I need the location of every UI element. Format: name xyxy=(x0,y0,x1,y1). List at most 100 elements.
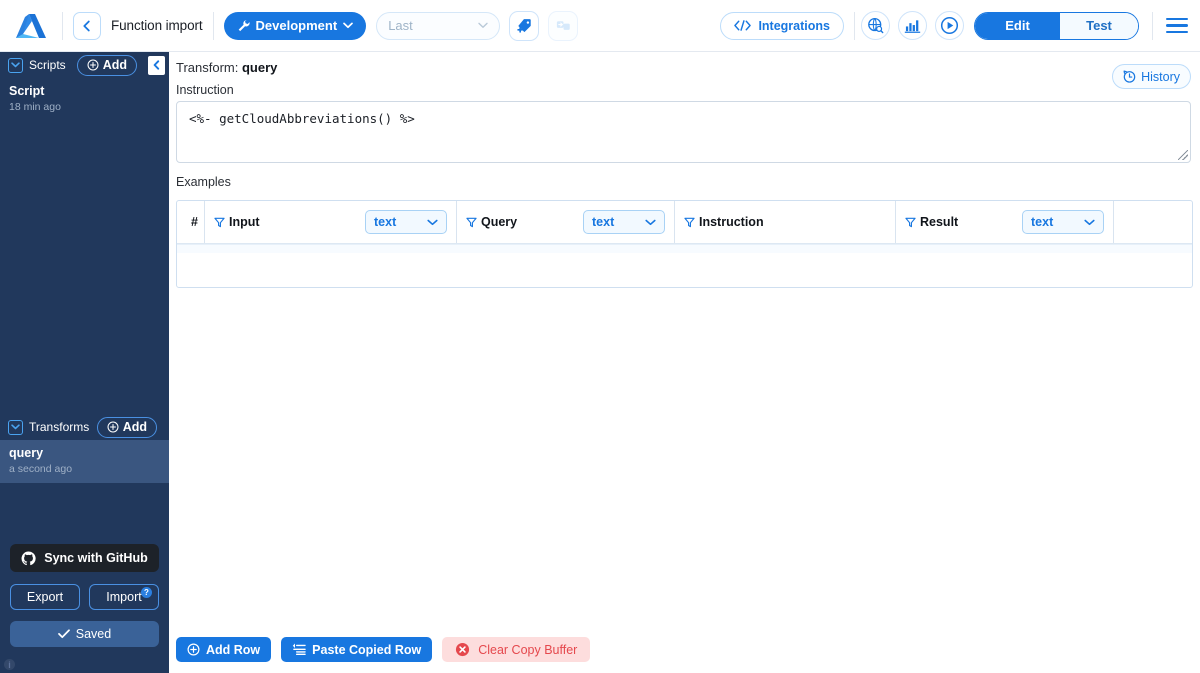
transforms-list: query a second ago xyxy=(0,440,169,514)
scripts-list: Script 18 min ago xyxy=(0,78,169,414)
add-script-button[interactable]: Add xyxy=(77,55,137,76)
paste-copied-row-button[interactable]: Paste Copied Row xyxy=(281,637,432,662)
resize-handle[interactable] xyxy=(1178,150,1188,160)
column-type-select-result[interactable]: text xyxy=(1022,210,1104,234)
column-label-text: Result xyxy=(920,215,958,229)
info-circle-icon[interactable]: i xyxy=(4,659,15,670)
clear-copy-buffer-label: Clear Copy Buffer xyxy=(478,643,577,657)
import-help-badge[interactable]: ? xyxy=(141,587,152,598)
chevron-down-icon xyxy=(427,219,438,226)
export-label: Export xyxy=(27,590,63,604)
bar-chart-button[interactable] xyxy=(898,11,927,40)
check-icon xyxy=(58,629,70,639)
column-label-input: Input xyxy=(214,215,260,229)
divider xyxy=(854,12,855,40)
export-button[interactable]: Export xyxy=(10,584,80,610)
column-type-select-input[interactable]: text xyxy=(365,210,447,234)
add-row-label: Add Row xyxy=(206,643,260,657)
column-label-text: Input xyxy=(229,215,260,229)
table-header-input[interactable]: Input text xyxy=(205,201,457,243)
environment-selector[interactable]: Development xyxy=(224,12,367,40)
tag-plus-button[interactable] xyxy=(509,11,539,41)
chevron-down-box-icon[interactable] xyxy=(8,58,23,73)
chevron-down-box-icon[interactable] xyxy=(8,420,23,435)
clear-copy-buffer-button[interactable]: Clear Copy Buffer xyxy=(442,637,590,662)
import-label: Import xyxy=(106,590,141,604)
divider xyxy=(62,12,63,40)
instruction-value: <%- getCloudAbbreviations() %> xyxy=(189,111,415,126)
export-import-row: Export Import ? xyxy=(10,584,159,610)
sync-with-github-button[interactable]: Sync with GitHub xyxy=(10,544,159,572)
table-header-result[interactable]: Result text xyxy=(896,201,1114,243)
filter-funnel-icon[interactable] xyxy=(905,217,916,228)
x-circle-icon xyxy=(455,642,470,657)
transforms-section-title: Transforms xyxy=(29,420,89,434)
table-header-number: # xyxy=(177,201,205,243)
column-label-query: Query xyxy=(466,215,517,229)
page-title: Transform: query xyxy=(169,52,1200,75)
github-label: Sync with GitHub xyxy=(44,551,147,565)
back-button[interactable] xyxy=(73,12,101,40)
tab-edit[interactable]: Edit xyxy=(975,13,1060,39)
saved-label: Saved xyxy=(76,627,111,641)
chevron-down-icon xyxy=(343,22,353,29)
history-button[interactable]: History xyxy=(1112,64,1191,89)
breadcrumb[interactable]: Function import xyxy=(111,18,203,33)
table-header-row: # Input text xyxy=(177,201,1192,243)
transform-prefix: Transform: xyxy=(176,60,238,75)
table-footer-actions: Add Row Paste Copied Row Clear Copy Buff… xyxy=(176,637,590,662)
column-label-result: Result xyxy=(905,215,958,229)
column-label-instruction: Instruction xyxy=(684,215,764,229)
saved-status-button[interactable]: Saved xyxy=(10,621,159,647)
chevron-down-icon xyxy=(645,219,656,226)
chevron-down-icon xyxy=(478,22,488,29)
examples-table: # Input text xyxy=(176,200,1193,288)
script-name: Script xyxy=(9,84,160,99)
column-label-text: Instruction xyxy=(699,215,764,229)
type-value: text xyxy=(1031,215,1053,229)
transform-name: query xyxy=(9,446,160,461)
table-row xyxy=(177,244,1192,253)
history-label: History xyxy=(1141,70,1180,84)
add-transform-button[interactable]: Add xyxy=(97,417,157,438)
mode-tabs: Edit Test xyxy=(974,12,1139,40)
sidebar: Scripts Add Script 18 min ago Transforms… xyxy=(0,52,169,673)
integrations-button[interactable]: Integrations xyxy=(720,12,844,40)
list-item[interactable]: Script 18 min ago xyxy=(0,78,169,121)
table-header-actions xyxy=(1114,201,1192,243)
version-select[interactable]: Last xyxy=(376,12,500,40)
list-item[interactable]: query a second ago xyxy=(0,440,169,483)
main-content: Transform: query History Instruction <%-… xyxy=(169,52,1200,673)
column-label-text: Query xyxy=(481,215,517,229)
copy-duplicate-button[interactable] xyxy=(548,11,578,41)
table-header-query[interactable]: Query text xyxy=(457,201,675,243)
run-button[interactable] xyxy=(935,11,964,40)
filter-funnel-icon[interactable] xyxy=(466,217,477,228)
code-brackets-icon xyxy=(734,20,751,31)
table-header-instruction[interactable]: Instruction xyxy=(675,201,896,243)
plus-circle-icon xyxy=(187,643,200,656)
plus-circle-icon xyxy=(107,421,119,433)
hamburger-menu-icon[interactable] xyxy=(1166,18,1188,34)
type-value: text xyxy=(374,215,396,229)
transforms-section-header: Transforms Add xyxy=(0,414,169,440)
add-row-button[interactable]: Add Row xyxy=(176,637,271,662)
transform-name-value: query xyxy=(242,60,277,75)
filter-funnel-icon[interactable] xyxy=(684,217,695,228)
environment-label: Development xyxy=(256,18,338,33)
divider xyxy=(213,12,214,40)
globe-search-button[interactable] xyxy=(861,11,890,40)
import-button[interactable]: Import ? xyxy=(89,584,159,610)
column-type-select-query[interactable]: text xyxy=(583,210,665,234)
paste-rows-icon xyxy=(292,643,306,656)
chevron-down-icon xyxy=(1084,219,1095,226)
instruction-input[interactable]: <%- getCloudAbbreviations() %> xyxy=(176,101,1191,163)
tab-test[interactable]: Test xyxy=(1060,13,1138,39)
collapse-sidebar-button[interactable] xyxy=(148,56,165,75)
top-toolbar: Function import Development Last xyxy=(0,0,1200,52)
azure-a-logo[interactable] xyxy=(10,9,52,43)
filter-funnel-icon[interactable] xyxy=(214,217,225,228)
integrations-label: Integrations xyxy=(758,19,830,33)
scripts-section-title: Scripts xyxy=(29,58,66,72)
instruction-label: Instruction xyxy=(169,75,1200,101)
